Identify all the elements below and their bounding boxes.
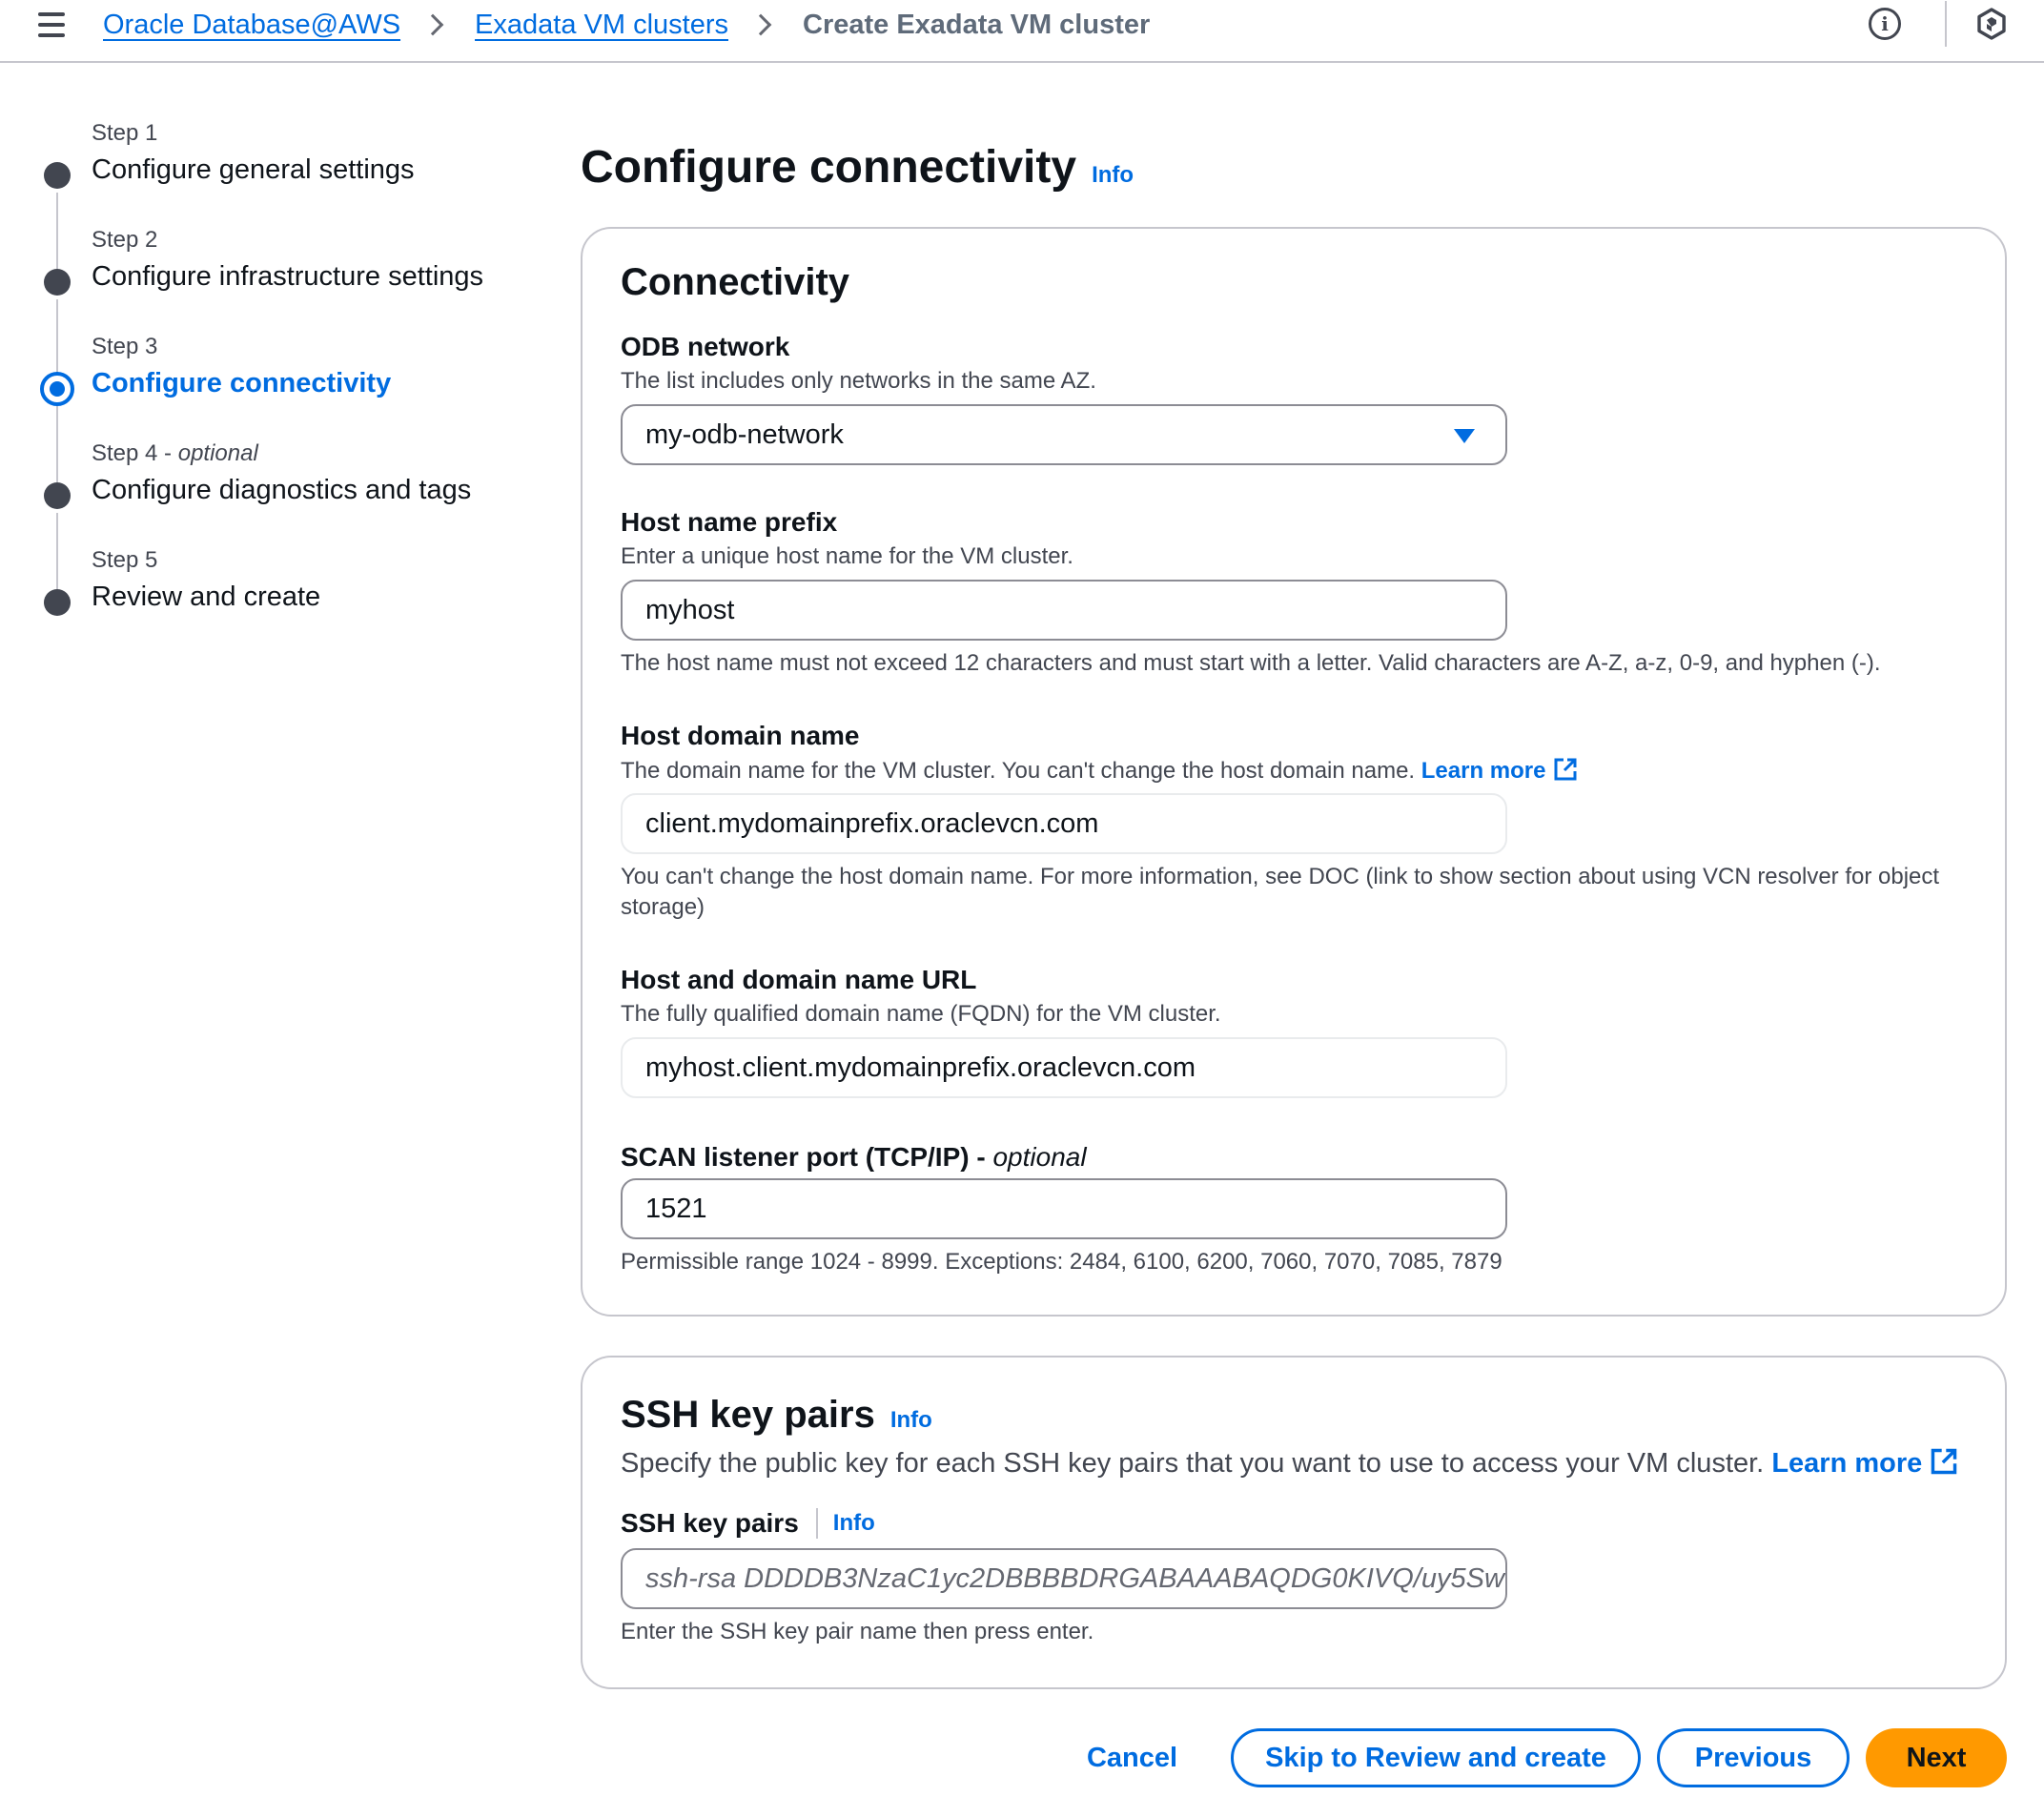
host-domain-label: Host domain name: [621, 721, 860, 750]
step-1[interactable]: Step 1 Configure general settings: [38, 120, 534, 269]
cancel-button[interactable]: Cancel: [1077, 1728, 1187, 1787]
connectivity-panel: Connectivity ODB network The list includ…: [581, 227, 2007, 1317]
page-title-text: Configure connectivity: [581, 142, 1077, 193]
host-prefix-description: Enter a unique host name for the VM clus…: [621, 543, 1073, 569]
host-url-value: myhost.client.mydomainprefix.oraclevcn.c…: [645, 1051, 1196, 1083]
ssh-info-link[interactable]: Info: [890, 1407, 932, 1434]
ssh-heading: SSH key pairs Info: [621, 1394, 932, 1437]
odb-network-label: ODB network: [621, 332, 790, 361]
host-prefix-label: Host name prefix: [621, 507, 838, 537]
step-completed-dot: [44, 269, 71, 296]
step-pending-dot: [44, 482, 71, 509]
step-number: Step 1: [92, 120, 158, 146]
breadcrumb: Oracle Database@AWS Exadata VM clusters …: [103, 6, 1150, 44]
ssh-field-info-link[interactable]: Info: [833, 1510, 875, 1537]
page-info-link[interactable]: Info: [1092, 162, 1134, 189]
host-domain-help: You can't change the host domain name. F…: [621, 864, 1940, 920]
scan-port-help: Permissible range 1024 - 8999. Exception…: [621, 1249, 1502, 1275]
ssh-key-pairs-panel: SSH key pairs Info Specify the public ke…: [581, 1356, 2007, 1689]
step-title[interactable]: Configure infrastructure settings: [92, 261, 483, 293]
step-number: Step 5: [92, 547, 158, 573]
divider: [815, 1508, 818, 1539]
ssh-help: Enter the SSH key pair name then press e…: [621, 1619, 1094, 1644]
menu-icon[interactable]: [38, 12, 65, 37]
odb-network-description: The list includes only networks in the s…: [621, 368, 1096, 394]
ssh-description: Specify the public key for each SSH key …: [621, 1447, 1958, 1480]
step-pending-dot: [44, 589, 71, 616]
external-link-icon: [1931, 1448, 1957, 1475]
scan-port-label: SCAN listener port (TCP/IP) - optional: [621, 1142, 1087, 1172]
host-prefix-input[interactable]: myhost: [621, 580, 1507, 641]
step-2[interactable]: Step 2 Configure infrastructure settings: [38, 227, 534, 376]
step-active-dot: [40, 372, 74, 406]
step-4: Step 4 - optional Configure diagnostics …: [38, 440, 534, 589]
external-link-icon: [1554, 758, 1577, 781]
odb-network-select[interactable]: my-odb-network: [621, 404, 1507, 465]
settings-hexagon-icon[interactable]: [1975, 8, 2008, 40]
top-navigation-bar: Oracle Database@AWS Exadata VM clusters …: [0, 0, 2044, 63]
host-prefix-constraint: The host name must not exceed 12 charact…: [621, 650, 1881, 676]
odb-network-value: my-odb-network: [645, 419, 844, 450]
connectivity-heading: Connectivity: [621, 261, 850, 303]
wizard-steps: Step 1 Configure general settings Step 2…: [38, 120, 534, 654]
ssh-key-placeholder: ssh-rsa DDDDB3NzaC1yc2DBBBBDRGABAAABAQDG…: [645, 1562, 1507, 1594]
breadcrumb-link-oracle-database[interactable]: Oracle Database@AWS: [103, 10, 400, 41]
skip-to-review-button[interactable]: Skip to Review and create: [1231, 1728, 1641, 1787]
optional-label: optional: [992, 1142, 1087, 1172]
page-title: Configure connectivity Info: [581, 141, 1134, 194]
host-domain-value: client.mydomainprefix.oraclevcn.com: [645, 807, 1099, 839]
ssh-learn-more-link[interactable]: Learn more: [1771, 1448, 1958, 1479]
scan-port-input[interactable]: 1521: [621, 1178, 1507, 1239]
ssh-key-input[interactable]: ssh-rsa DDDDB3NzaC1yc2DBBBBDRGABAAABAQDG…: [621, 1548, 1507, 1609]
step-title: Review and create: [92, 582, 321, 612]
previous-button[interactable]: Previous: [1657, 1728, 1850, 1787]
breadcrumb-link-exadata-vm-clusters[interactable]: Exadata VM clusters: [475, 10, 728, 41]
ssh-field-label: SSH key pairs Info: [621, 1508, 875, 1539]
step-title-active: Configure connectivity: [92, 368, 392, 398]
divider: [1945, 1, 1947, 47]
scan-port-value: 1521: [645, 1193, 707, 1224]
step-title[interactable]: Configure general settings: [92, 154, 415, 186]
ssh-heading-text: SSH key pairs: [621, 1394, 875, 1436]
chevron-right-icon: [749, 13, 772, 36]
host-url-readonly-field: myhost.client.mydomainprefix.oraclevcn.c…: [621, 1037, 1507, 1098]
step-title: Configure diagnostics and tags: [92, 475, 472, 505]
chevron-right-icon: [421, 13, 444, 36]
host-url-label: Host and domain name URL: [621, 965, 977, 994]
host-domain-learn-more-link[interactable]: Learn more: [1421, 758, 1579, 784]
host-domain-description: The domain name for the VM cluster. You …: [621, 757, 1578, 785]
host-domain-readonly-field: client.mydomainprefix.oraclevcn.com: [621, 793, 1507, 854]
step-5: Step 5 Review and create: [38, 547, 534, 654]
breadcrumb-current: Create Exadata VM cluster: [803, 9, 1151, 40]
step-number: Step 2: [92, 227, 158, 253]
host-url-description: The fully qualified domain name (FQDN) f…: [621, 1001, 1221, 1027]
next-button[interactable]: Next: [1866, 1728, 2007, 1787]
host-prefix-value: myhost: [645, 594, 735, 625]
step-number: Step 3: [92, 334, 158, 359]
optional-label: optional: [177, 440, 258, 466]
caret-down-icon: [1454, 429, 1475, 443]
step-number: Step 4 - optional: [92, 440, 258, 466]
top-icons: i: [1869, 0, 2044, 48]
info-icon[interactable]: i: [1869, 8, 1901, 40]
step-completed-dot: [44, 162, 71, 189]
step-3: Step 3 Configure connectivity: [38, 334, 534, 482]
